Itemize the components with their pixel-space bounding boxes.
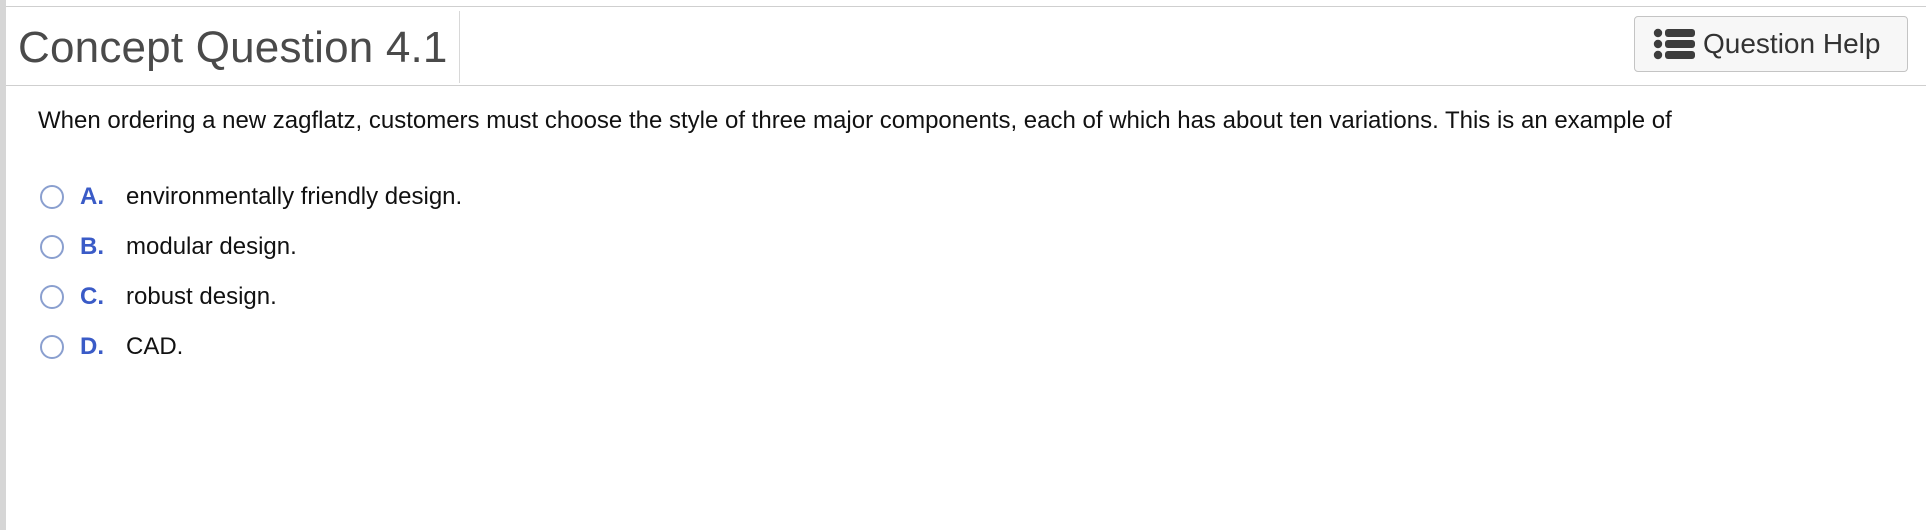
option-letter: D. xyxy=(80,333,104,360)
page-title: Concept Question 4.1 xyxy=(18,23,448,72)
option-label: environmentally friendly design. xyxy=(126,183,463,210)
question-header: Concept Question 4.1 Question Help xyxy=(6,7,1926,86)
option-label: CAD. xyxy=(126,333,184,360)
option-d[interactable]: D. CAD. xyxy=(40,322,462,372)
radio-button-d[interactable] xyxy=(40,335,64,359)
option-b[interactable]: B. modular design. xyxy=(40,222,462,272)
option-letter: A. xyxy=(80,183,104,210)
question-help-button[interactable]: Question Help xyxy=(1634,16,1908,72)
option-letter: B. xyxy=(80,233,104,260)
option-a[interactable]: A. environmentally friendly design. xyxy=(40,172,462,222)
option-label: modular design. xyxy=(126,233,297,260)
question-text: When ordering a new zagflatz, customers … xyxy=(38,107,1672,134)
radio-button-a[interactable] xyxy=(40,185,64,209)
question-help-label: Question Help xyxy=(1703,28,1881,59)
option-label: robust design. xyxy=(126,283,277,310)
radio-button-b[interactable] xyxy=(40,235,64,259)
answer-options: A. environmentally friendly design. B. m… xyxy=(40,172,462,372)
list-icon xyxy=(1653,28,1697,60)
radio-button-c[interactable] xyxy=(40,285,64,309)
option-letter: C. xyxy=(80,283,104,310)
title-divider xyxy=(459,11,460,83)
question-page: Concept Question 4.1 Question Help When … xyxy=(0,0,1926,530)
option-c[interactable]: C. robust design. xyxy=(40,272,462,322)
